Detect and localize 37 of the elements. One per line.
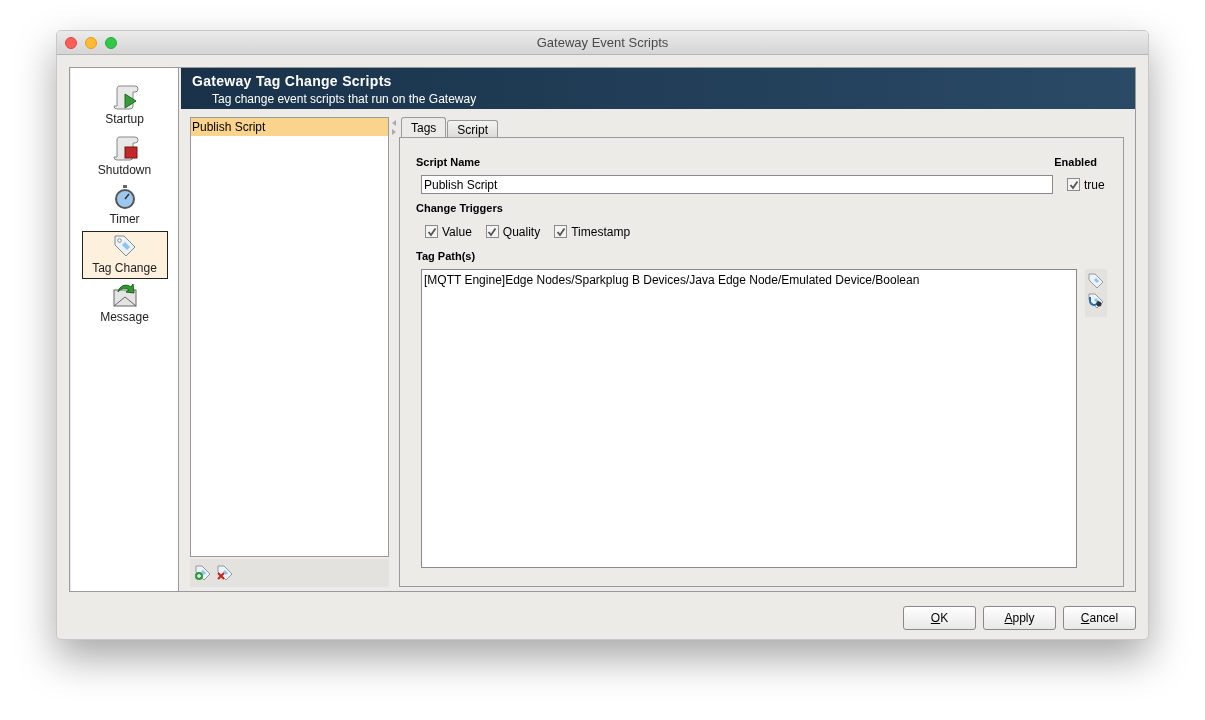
category-item[interactable]: Tag Change [81, 231, 168, 279]
script-name-field[interactable]: Publish Script [421, 175, 1053, 194]
tag-icon [111, 233, 138, 259]
dialog-button[interactable]: Cancel [1063, 606, 1136, 630]
enabled-checkbox[interactable] [1067, 178, 1080, 191]
stethoscope-icon[interactable] [1087, 293, 1105, 309]
trigger-checkbox[interactable] [425, 225, 438, 238]
tab[interactable]: Tags [401, 117, 447, 137]
checkbox-label: Value [442, 223, 472, 241]
add-tag-icon[interactable] [194, 565, 212, 581]
checkbox-label: true [1084, 176, 1105, 194]
trigger-checkbox[interactable] [554, 225, 568, 238]
section-subtitle: Tag change event scripts that run on the Gateway [211, 91, 478, 108]
checkbox-label: Timestamp [571, 223, 631, 241]
script-list-item[interactable]: Publish Script [191, 118, 388, 136]
window-title: Gateway Event Scripts [536, 33, 669, 52]
envelope-icon [111, 282, 138, 308]
field-label: Enabled [1054, 156, 1097, 168]
category-item[interactable]: Message [81, 280, 168, 328]
trigger-checkbox[interactable] [485, 225, 499, 238]
dialog-button[interactable]: OK [903, 606, 976, 630]
category-item[interactable]: Timer [81, 182, 168, 230]
tag-paths-field[interactable]: [MQTT Engine]Edge Nodes/Sparkplug B Devices/Java Edge Node/Emulated Device/Boolean [421, 269, 1077, 568]
field-label: Script Name [416, 156, 481, 168]
field-label: Change Triggers [416, 201, 504, 216]
scroll-play-icon [110, 82, 139, 110]
dialog-button[interactable]: Apply [983, 606, 1056, 630]
field-label: Tag Path(s) [416, 248, 477, 264]
scroll-stop-icon [110, 133, 139, 161]
remove-tag-icon[interactable] [216, 565, 234, 581]
close-button[interactable] [65, 36, 77, 49]
section-title: Gateway Tag Change Scripts [192, 73, 393, 90]
stopwatch-icon [112, 184, 137, 210]
category-item[interactable]: Startup [81, 80, 168, 130]
category-item[interactable]: Shutdown [81, 131, 168, 181]
tab[interactable]: Script [447, 120, 499, 137]
checkbox-label: Quality [502, 223, 541, 241]
